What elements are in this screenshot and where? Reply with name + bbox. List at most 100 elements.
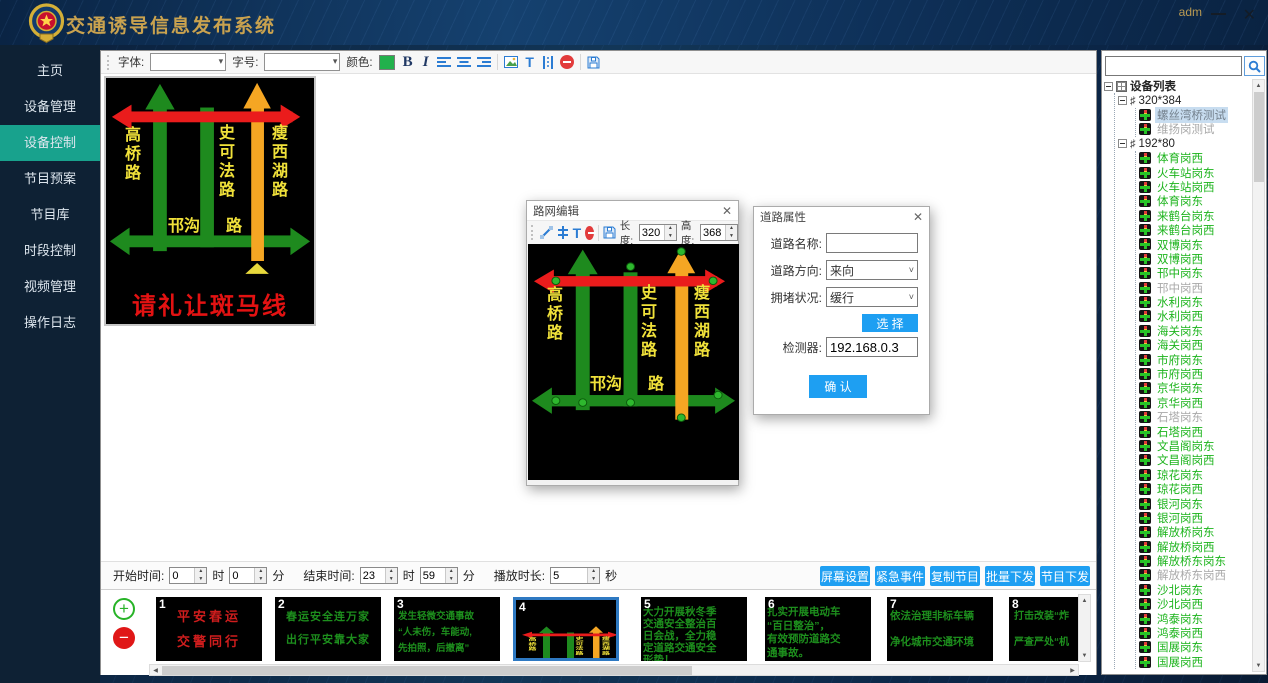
end-hour-input[interactable] [361,568,385,583]
scroll-down-icon[interactable]: ▼ [1079,650,1090,661]
device-item[interactable]: 鸿泰岗西 [1136,626,1252,640]
playlist-item[interactable]: 2 春运安全连万家 出行平安靠大家 [275,597,381,661]
remove-program-button[interactable]: − [113,627,135,649]
device-item[interactable]: 市府岗东 [1136,352,1252,366]
device-item[interactable]: 维扬岗测试 [1136,122,1252,136]
end-minute-spinner[interactable]: ▲▼ [420,567,458,584]
color-swatch[interactable] [379,55,395,70]
end-minute-input[interactable] [421,568,445,583]
italic-button[interactable]: I [421,54,431,71]
playlist-item[interactable]: 5 大力开展秋冬季 交通安全整治百 日会战，全力稳 定道路交通安全 形势！ [641,597,747,661]
device-item[interactable]: 文昌阁岗东 [1136,439,1252,453]
device-item[interactable]: 水利岗西 [1136,309,1252,323]
start-hour-input[interactable] [170,568,194,583]
device-item[interactable]: 国展岗西 [1136,655,1252,669]
scrollbar-thumb[interactable] [162,666,692,675]
device-item[interactable]: 银河岗东 [1136,496,1252,510]
device-item[interactable]: 火车站岗东 [1136,165,1252,179]
image-tool-icon[interactable] [504,56,518,68]
spin-up-icon[interactable]: ▲ [726,225,737,233]
spin-down-icon[interactable]: ▼ [195,576,206,584]
device-item[interactable]: 银河岗西 [1136,511,1252,525]
delete-tool-icon[interactable] [560,55,574,69]
road-tool-icon[interactable] [557,226,569,239]
font-size-select[interactable]: ▾ [264,53,340,71]
minimize-icon[interactable] [1211,13,1226,15]
device-item[interactable]: 京华岗西 [1136,396,1252,410]
spin-up-icon[interactable]: ▲ [588,568,599,576]
dialog-titlebar[interactable]: 道路属性 ✕ [754,207,929,227]
close-icon[interactable]: ✕ [722,204,732,218]
spin-up-icon[interactable]: ▲ [446,568,457,576]
scroll-right-icon[interactable]: ▶ [1067,665,1078,675]
save-icon[interactable] [587,56,600,69]
spin-down-icon[interactable]: ▼ [255,576,266,584]
text-tool-icon[interactable]: T [573,225,582,241]
detector-input[interactable] [826,337,918,357]
playlist-item[interactable]: 8 打击改装“炸 严查严处“机 [1009,597,1078,661]
device-group[interactable]: ♯192*80 [1115,137,1252,151]
sidebar-item-device-control[interactable]: 设备控制 [0,125,100,161]
start-hour-spinner[interactable]: ▲▼ [169,567,207,584]
device-item[interactable]: 琼花岗西 [1136,482,1252,496]
device-item[interactable]: 双博岗西 [1136,252,1252,266]
save-icon[interactable] [603,226,616,239]
device-item[interactable]: 体育岗西 [1136,151,1252,165]
height-input[interactable] [701,225,725,240]
playlist-item[interactable]: 7 依法治理非标车辆 净化城市交通环境 [887,597,993,661]
device-item[interactable]: 石塔岗西 [1136,424,1252,438]
sidebar-item-home[interactable]: 主页 [0,53,100,89]
copy-program-button[interactable]: 复制节目 [930,566,980,586]
duration-spinner[interactable]: ▲▼ [550,567,600,584]
scrollbar-thumb[interactable] [1254,92,1264,182]
logged-in-user[interactable]: adm [1179,5,1202,19]
device-item[interactable]: 螺丝湾桥测试 [1136,108,1252,122]
playlist-horizontal-scrollbar[interactable]: ◀ ▶ [149,664,1079,676]
sidebar-item-program-plan[interactable]: 节目预案 [0,161,100,197]
program-send-button[interactable]: 节目下发 [1040,566,1090,586]
device-tree-root[interactable]: 设备列表 [1104,79,1252,93]
scroll-left-icon[interactable]: ◀ [150,665,161,675]
collapse-icon[interactable] [1118,139,1127,148]
scroll-up-icon[interactable]: ▲ [1253,80,1264,91]
search-button[interactable] [1244,56,1265,76]
align-left-icon[interactable] [437,56,451,68]
sidebar-item-time-control[interactable]: 时段控制 [0,233,100,269]
spin-down-icon[interactable]: ▼ [588,576,599,584]
device-item[interactable]: 文昌阁岗西 [1136,453,1252,467]
device-item[interactable]: 琼花岗东 [1136,468,1252,482]
end-hour-spinner[interactable]: ▲▼ [360,567,398,584]
spin-up-icon[interactable]: ▲ [386,568,397,576]
device-item[interactable]: 解放桥岗东 [1136,525,1252,539]
scroll-down-icon[interactable]: ▼ [1253,660,1264,671]
device-item[interactable]: 海关岗东 [1136,324,1252,338]
device-item[interactable]: 解放桥岗西 [1136,540,1252,554]
device-item[interactable]: 海关岗西 [1136,338,1252,352]
spin-down-icon[interactable]: ▼ [665,233,676,241]
road-name-input[interactable] [826,233,918,253]
length-input[interactable] [640,225,664,240]
device-item[interactable]: 鸿泰岗东 [1136,611,1252,625]
sidebar-item-operation-log[interactable]: 操作日志 [0,305,100,341]
spin-down-icon[interactable]: ▼ [386,576,397,584]
playlist-item[interactable]: 1 平安春运 交警同行 [156,597,262,661]
collapse-icon[interactable] [1104,82,1113,91]
bold-button[interactable]: B [401,54,415,71]
scroll-up-icon[interactable]: ▲ [1079,595,1090,606]
congestion-select[interactable]: 缓行 ˅ [826,287,918,307]
device-item[interactable]: 水利岗东 [1136,295,1252,309]
confirm-button[interactable]: 确 认 [809,375,867,398]
collapse-icon[interactable] [1118,96,1127,105]
select-detector-button[interactable]: 选 择 [862,314,918,332]
batch-send-button[interactable]: 批量下发 [985,566,1035,586]
text-tool-icon[interactable]: T [524,54,536,70]
device-item[interactable]: 火车站岗西 [1136,180,1252,194]
add-program-button[interactable]: + [113,598,135,620]
playlist-item[interactable]: 3 发生轻微交通事故 “人未伤，车能动, 先拍照，后撤离” [394,597,500,661]
sidebar-item-program-library[interactable]: 节目库 [0,197,100,233]
close-icon[interactable]: ✕ [913,210,923,224]
spin-up-icon[interactable]: ▲ [195,568,206,576]
device-item[interactable]: 邗中岗东 [1136,266,1252,280]
sidebar-item-video-management[interactable]: 视频管理 [0,269,100,305]
device-search-input[interactable] [1105,56,1242,76]
